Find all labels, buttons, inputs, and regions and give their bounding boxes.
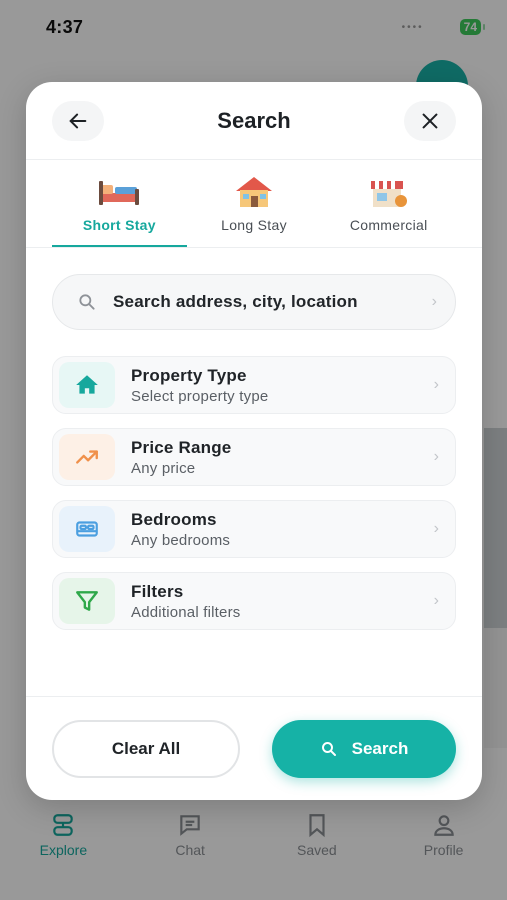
- chevron-right-icon: ›: [433, 376, 439, 393]
- close-icon: [422, 113, 438, 128]
- tab-short-stay[interactable]: Short Stay: [52, 160, 187, 247]
- back-button[interactable]: [52, 100, 104, 141]
- shop-icon: [370, 181, 407, 207]
- search-modal: Search Short Stay Long Stay Commercial S…: [26, 82, 482, 800]
- filters-title: Filters: [131, 581, 184, 601]
- filter-icon: [76, 591, 98, 611]
- price-range-subtitle: Any price: [131, 459, 196, 477]
- price-range-row[interactable]: Price Range Any price ›: [52, 428, 456, 486]
- filters-subtitle: Additional filters: [131, 603, 241, 621]
- filter-list: Property Type Select property type › Pri…: [26, 330, 482, 630]
- house-icon: [236, 177, 272, 207]
- search-icon: [79, 294, 95, 310]
- chevron-right-icon: ›: [433, 520, 439, 537]
- property-type-text: Property Type Select property type: [131, 366, 418, 405]
- bed-icon: [76, 521, 98, 537]
- modal-title: Search: [217, 107, 291, 133]
- search-button-label: Search: [351, 738, 409, 758]
- chevron-right-icon: ›: [433, 592, 439, 609]
- bedrooms-icon-box: [59, 506, 115, 552]
- additional-filters-row[interactable]: Filters Additional filters ›: [52, 572, 456, 630]
- home-icon: [76, 375, 98, 394]
- arrow-left-icon: [69, 113, 87, 128]
- search-icon: [321, 741, 336, 756]
- search-input-placeholder: Search address, city, location: [113, 292, 358, 311]
- search-button[interactable]: Search: [272, 719, 456, 778]
- property-type-row[interactable]: Property Type Select property type ›: [52, 356, 456, 414]
- filters-icon-box: [59, 578, 115, 624]
- bedrooms-text: Bedrooms Any bedrooms: [131, 510, 418, 549]
- price-range-text: Price Range Any price: [131, 438, 418, 477]
- bedrooms-row[interactable]: Bedrooms Any bedrooms ›: [52, 500, 456, 558]
- bed-icon: [99, 181, 140, 205]
- tab-long-stay-label: Long Stay: [221, 217, 287, 233]
- chevron-right-icon: ›: [433, 448, 439, 465]
- tab-short-stay-label: Short Stay: [82, 217, 156, 233]
- close-button[interactable]: [403, 100, 456, 141]
- tab-long-stay[interactable]: Long Stay: [187, 160, 322, 247]
- property-type-subtitle: Select property type: [131, 387, 269, 405]
- tab-commercial-label: Commercial: [349, 217, 428, 233]
- property-type-icon-box: [59, 362, 115, 408]
- search-input[interactable]: Search address, city, location ›: [52, 274, 456, 330]
- price-range-title: Price Range: [131, 437, 232, 457]
- modal-header: Search: [26, 82, 482, 160]
- clear-all-button[interactable]: Clear All: [52, 719, 240, 778]
- property-type-title: Property Type: [131, 365, 247, 385]
- stay-type-tabs: Short Stay Long Stay Commercial: [26, 160, 482, 248]
- trend-up-icon: [76, 450, 98, 464]
- tab-commercial[interactable]: Commercial: [321, 160, 456, 247]
- filters-text: Filters Additional filters: [131, 582, 418, 621]
- bedrooms-title: Bedrooms: [131, 509, 217, 529]
- chevron-right-icon: ›: [431, 293, 437, 310]
- bedrooms-subtitle: Any bedrooms: [131, 531, 231, 549]
- modal-footer: Clear All Search: [26, 696, 482, 800]
- price-range-icon-box: [59, 434, 115, 480]
